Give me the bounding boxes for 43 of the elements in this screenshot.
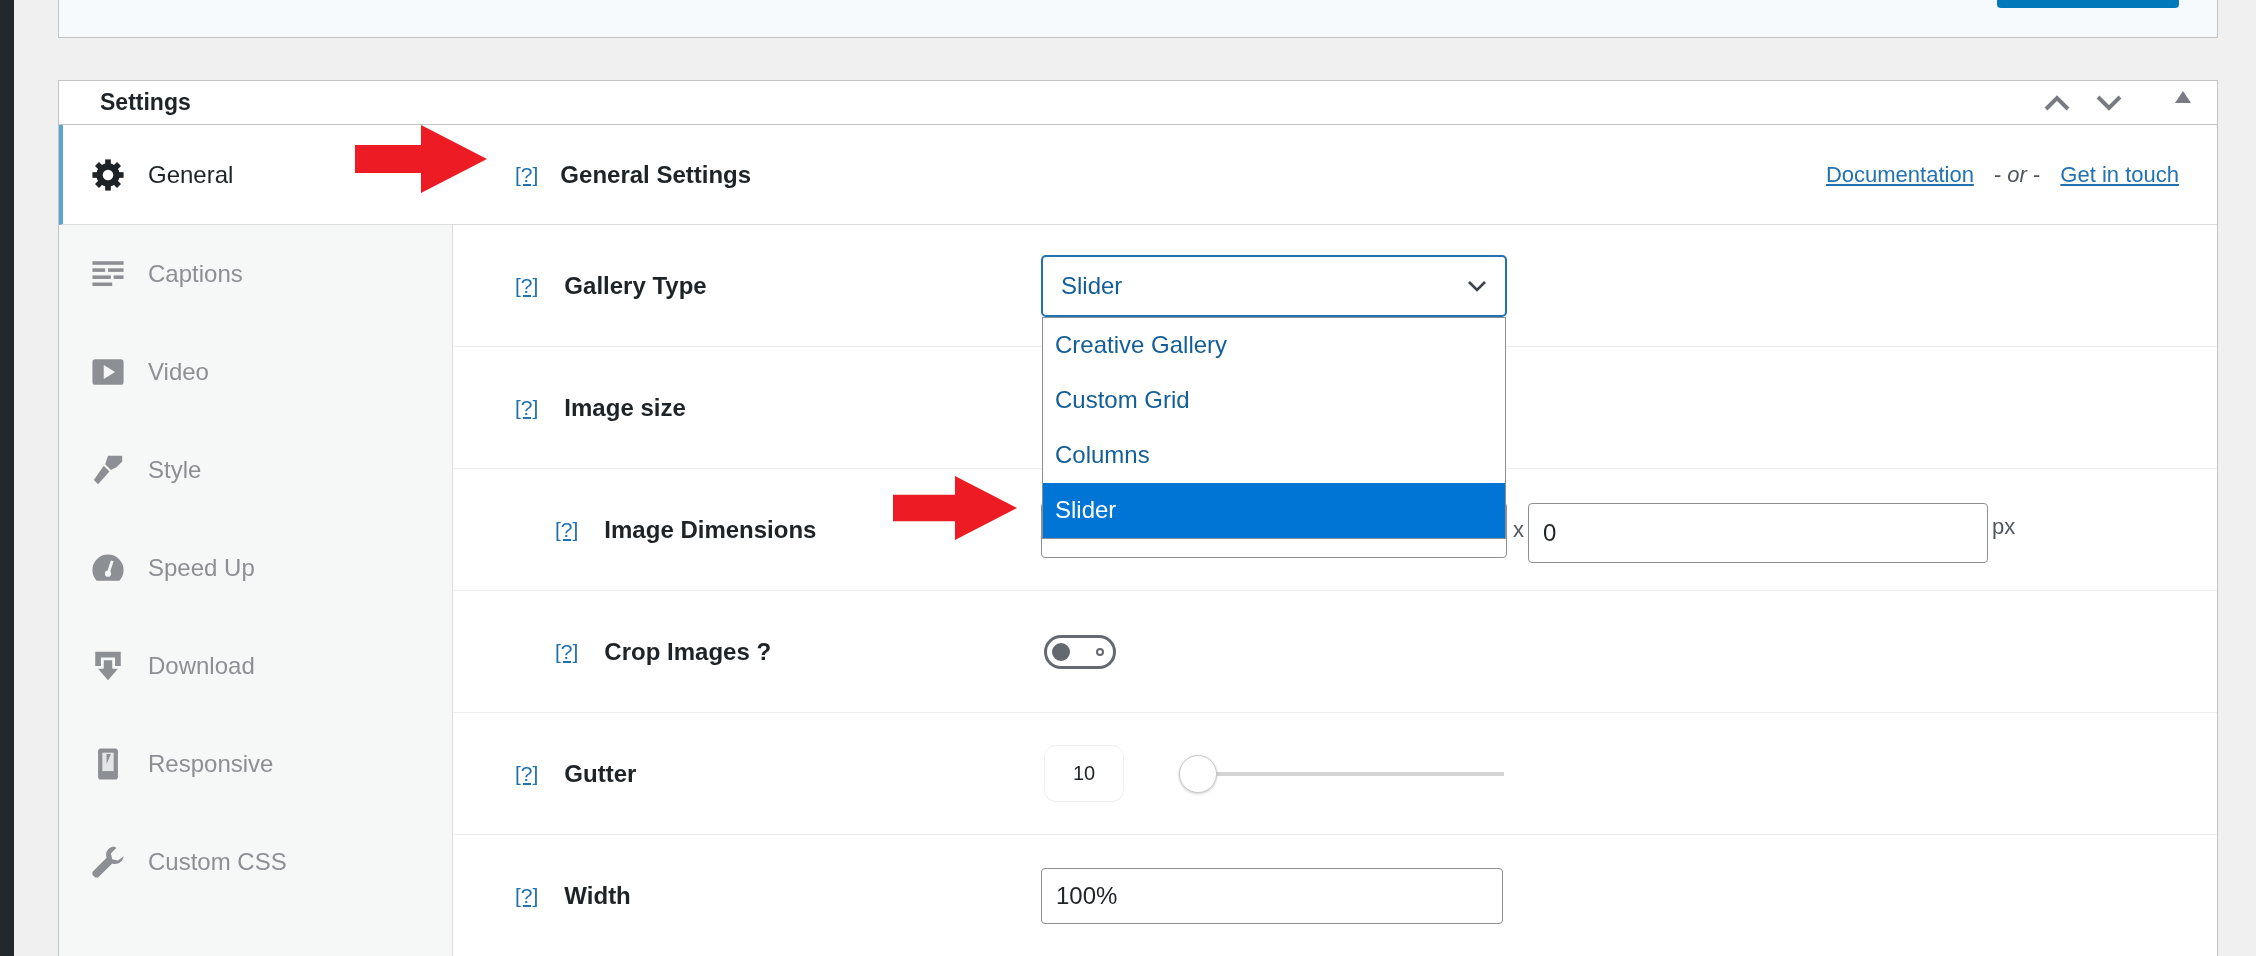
slider-handle[interactable] (1179, 754, 1217, 793)
collapse-icon[interactable] (2175, 90, 2191, 103)
help-link[interactable]: [?] (555, 517, 579, 542)
input-field[interactable]: 0 (1528, 502, 1988, 563)
section-title: General Settings (560, 160, 752, 189)
sidebar-tab[interactable]: Download (59, 617, 453, 715)
sidebar-tab[interactable]: Video (59, 323, 453, 421)
wrench-icon (91, 845, 125, 879)
sidebar-tab[interactable]: Responsive (59, 715, 453, 813)
help-link[interactable]: [?] (515, 883, 539, 908)
brush-icon (91, 453, 125, 487)
help-link[interactable]: [?] (515, 395, 539, 420)
input-field[interactable]: 100% (1041, 867, 1503, 924)
dropdown-option[interactable]: Columns (1043, 427, 1505, 483)
dropdown-option[interactable]: Slider (1043, 482, 1505, 538)
separator-text: x (1513, 516, 1524, 543)
field-label: Gutter (564, 759, 637, 788)
sidebar-tab[interactable]: Captions (59, 225, 453, 323)
help-link[interactable]: [?] (555, 639, 579, 664)
chevron-down-icon (1467, 279, 1487, 292)
dropdown-option[interactable]: Custom Grid (1043, 372, 1505, 428)
sidebar-tab[interactable]: Style (59, 421, 453, 519)
field-label: Width (564, 881, 631, 910)
text-link[interactable]: Documentation (1825, 161, 1974, 188)
dropdown-option[interactable]: Creative Gallery (1043, 317, 1505, 373)
panel-title: Settings (100, 89, 191, 116)
unit-label: px (1992, 513, 2016, 540)
select-field[interactable]: Slider (1041, 254, 1507, 317)
sidebar-tab[interactable]: Speed Up (59, 519, 453, 617)
field-label: Gallery Type (564, 271, 707, 300)
number-field[interactable]: 10 (1044, 745, 1124, 802)
help-link[interactable]: [?] (515, 273, 539, 298)
help-link[interactable]: [?] (515, 761, 539, 786)
separator-text: - or - (1993, 161, 2041, 188)
toggle-switch[interactable] (1044, 634, 1116, 669)
gear-icon (91, 157, 125, 192)
sidebar-tab[interactable]: General (59, 125, 453, 225)
field-label: Crop Images ? (604, 637, 772, 666)
text-link[interactable]: Get in touch (2060, 161, 2179, 188)
help-link[interactable]: [?] (515, 162, 539, 187)
field-label: Image Dimensions (604, 515, 817, 544)
field-label: Image size (564, 393, 686, 422)
sidebar-tab[interactable]: Custom CSS (59, 813, 453, 911)
